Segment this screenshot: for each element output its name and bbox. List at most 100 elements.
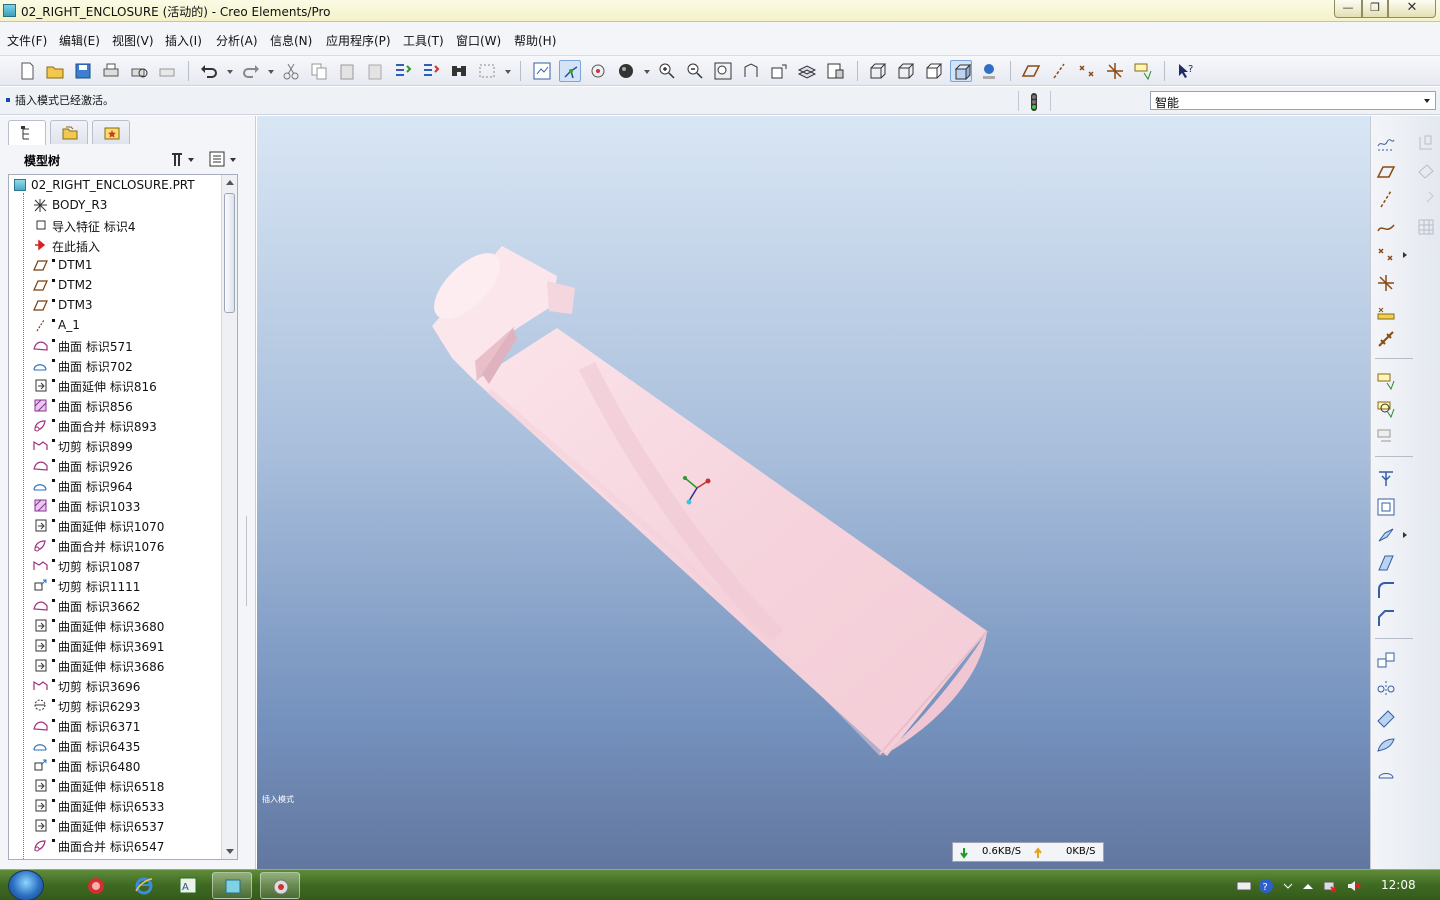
analysis-icon[interactable] bbox=[1375, 300, 1397, 322]
cut-icon[interactable] bbox=[280, 60, 302, 82]
task-internet-explorer[interactable] bbox=[124, 872, 164, 899]
menu-edit[interactable]: 编辑(E) bbox=[59, 32, 100, 49]
print-preview-icon[interactable] bbox=[128, 60, 150, 82]
menu-file[interactable]: 文件(F) bbox=[7, 32, 47, 49]
tree-item[interactable]: 导入特征 标识4 bbox=[9, 215, 219, 235]
tree-item[interactable]: 切剪 标识1111 bbox=[9, 575, 219, 595]
rib-icon[interactable] bbox=[1375, 524, 1397, 546]
round-icon[interactable] bbox=[1375, 580, 1397, 602]
tree-item[interactable]: 曲面延伸 标识816 bbox=[9, 375, 219, 395]
copy-geom-icon[interactable] bbox=[1415, 188, 1437, 210]
mirror-icon[interactable] bbox=[1375, 678, 1397, 700]
find-icon[interactable] bbox=[448, 60, 470, 82]
reorient-icon[interactable] bbox=[740, 60, 762, 82]
menu-insert[interactable]: 插入(I) bbox=[165, 32, 202, 49]
shading-icon[interactable] bbox=[950, 60, 972, 82]
regen-manager-icon[interactable] bbox=[420, 60, 442, 82]
quick-print-icon[interactable] bbox=[156, 60, 178, 82]
menu-applications[interactable]: 应用程序(P) bbox=[326, 32, 391, 49]
tree-item[interactable]: 曲面延伸 标识6533 bbox=[9, 795, 219, 815]
extrude-icon[interactable] bbox=[1375, 370, 1397, 392]
plane-icon[interactable] bbox=[1375, 160, 1397, 182]
3d-model[interactable] bbox=[257, 116, 1370, 869]
tree-item[interactable]: 在此插入 bbox=[9, 235, 219, 255]
no-hidden-icon[interactable] bbox=[922, 60, 944, 82]
tree-settings-icon[interactable] bbox=[168, 150, 198, 168]
tab-favorites[interactable] bbox=[92, 120, 130, 144]
scroll-thumb[interactable] bbox=[224, 193, 235, 313]
annotations-icon[interactable] bbox=[1132, 60, 1154, 82]
maximize-button[interactable]: ❐ bbox=[1362, 0, 1388, 18]
sketch-icon[interactable] bbox=[1375, 132, 1397, 154]
tree-item[interactable]: 曲面 标识856 bbox=[9, 395, 219, 415]
menu-window[interactable]: 窗口(W) bbox=[456, 32, 501, 49]
menu-help[interactable]: 帮助(H) bbox=[514, 32, 556, 49]
tree-item[interactable]: 曲面 标识702 bbox=[9, 355, 219, 375]
tree-item[interactable]: 曲面 标识6480 bbox=[9, 755, 219, 775]
scroll-up-icon[interactable] bbox=[226, 180, 234, 185]
tree-item[interactable]: 曲面 标识926 bbox=[9, 455, 219, 475]
tree-item[interactable]: 曲面合并 标识6547 bbox=[9, 835, 219, 855]
tree-item[interactable]: 曲面合并 标识893 bbox=[9, 415, 219, 435]
offset-icon[interactable] bbox=[1375, 762, 1397, 784]
hole-icon[interactable] bbox=[1375, 468, 1397, 490]
pattern-icon[interactable] bbox=[1375, 650, 1397, 672]
select-box-icon[interactable] bbox=[476, 60, 498, 82]
tree-item[interactable]: 曲面延伸 标识6537 bbox=[9, 815, 219, 835]
enhanced-realism-icon[interactable] bbox=[978, 60, 1000, 82]
tree-root[interactable]: 02_RIGHT_ENCLOSURE.PRT bbox=[9, 175, 219, 195]
tray-options-icon[interactable] bbox=[1280, 878, 1296, 894]
feature-op-icon[interactable] bbox=[1415, 132, 1437, 154]
tree-item[interactable]: 曲面延伸 标识3686 bbox=[9, 655, 219, 675]
zoom-out-icon[interactable] bbox=[684, 60, 706, 82]
layers-icon[interactable] bbox=[796, 60, 818, 82]
tree-item[interactable]: 曲面延伸 标识3691 bbox=[9, 635, 219, 655]
view-manager-icon[interactable] bbox=[824, 60, 846, 82]
print-icon[interactable] bbox=[100, 60, 122, 82]
spin-center-icon[interactable] bbox=[559, 60, 581, 82]
curve-icon[interactable] bbox=[1375, 216, 1397, 238]
zoom-in-icon[interactable] bbox=[656, 60, 678, 82]
revolve-icon[interactable] bbox=[1375, 398, 1397, 420]
datum-points-icon[interactable] bbox=[1076, 60, 1098, 82]
draft-icon[interactable] bbox=[1375, 552, 1397, 574]
trim-icon[interactable] bbox=[1375, 706, 1397, 728]
tree-item[interactable]: 曲面 标识6435 bbox=[9, 735, 219, 755]
save-icon[interactable] bbox=[72, 60, 94, 82]
axis-icon[interactable] bbox=[1375, 188, 1397, 210]
task-other-app[interactable] bbox=[260, 872, 300, 899]
menu-info[interactable]: 信息(N) bbox=[270, 32, 312, 49]
tree-item[interactable]: 切剪 标识1087 bbox=[9, 555, 219, 575]
tree-columns-icon[interactable] bbox=[208, 150, 240, 168]
new-icon[interactable] bbox=[16, 60, 38, 82]
menu-view[interactable]: 视图(V) bbox=[112, 32, 154, 49]
coord-sys-icon[interactable] bbox=[1104, 60, 1126, 82]
task-creo[interactable] bbox=[212, 872, 252, 899]
appearance-icon[interactable] bbox=[615, 60, 637, 82]
tree-item[interactable]: 曲面合并 标识1076 bbox=[9, 535, 219, 555]
saved-views-icon[interactable] bbox=[768, 60, 790, 82]
tree-item[interactable]: 切剪 标识899 bbox=[9, 435, 219, 455]
tree-item[interactable]: DTM1 bbox=[9, 255, 219, 275]
hidden-line-icon[interactable] bbox=[894, 60, 916, 82]
udf-icon[interactable] bbox=[1415, 160, 1437, 182]
selection-filter-dropdown[interactable]: 智能 bbox=[1150, 91, 1436, 110]
merge-tool-icon[interactable] bbox=[1375, 734, 1397, 756]
graphics-window[interactable]: 插入模式 0.6KB/S 0KB/S bbox=[257, 116, 1370, 869]
sweep-icon[interactable] bbox=[1375, 426, 1397, 448]
copy-icon[interactable] bbox=[308, 60, 330, 82]
tree-item[interactable]: 曲面延伸 标识6518 bbox=[9, 775, 219, 795]
tree-scrollbar[interactable] bbox=[221, 175, 237, 859]
minimize-button[interactable]: — bbox=[1334, 0, 1362, 18]
scroll-down-icon[interactable] bbox=[226, 849, 234, 854]
help-tray-icon[interactable]: ? bbox=[1258, 878, 1274, 894]
repaint-icon[interactable] bbox=[531, 60, 553, 82]
datum-axes-icon[interactable] bbox=[1048, 60, 1070, 82]
refit-icon[interactable] bbox=[712, 60, 734, 82]
tree-item[interactable]: DTM2 bbox=[9, 275, 219, 295]
tree-item[interactable]: 曲面 标识3662 bbox=[9, 595, 219, 615]
tree-item[interactable]: 曲面 标识964 bbox=[9, 475, 219, 495]
tree-item[interactable]: 切剪 标识6293 bbox=[9, 695, 219, 715]
whats-this-icon[interactable]: ? bbox=[1174, 60, 1196, 82]
tree-item[interactable]: A_1 bbox=[9, 315, 219, 335]
